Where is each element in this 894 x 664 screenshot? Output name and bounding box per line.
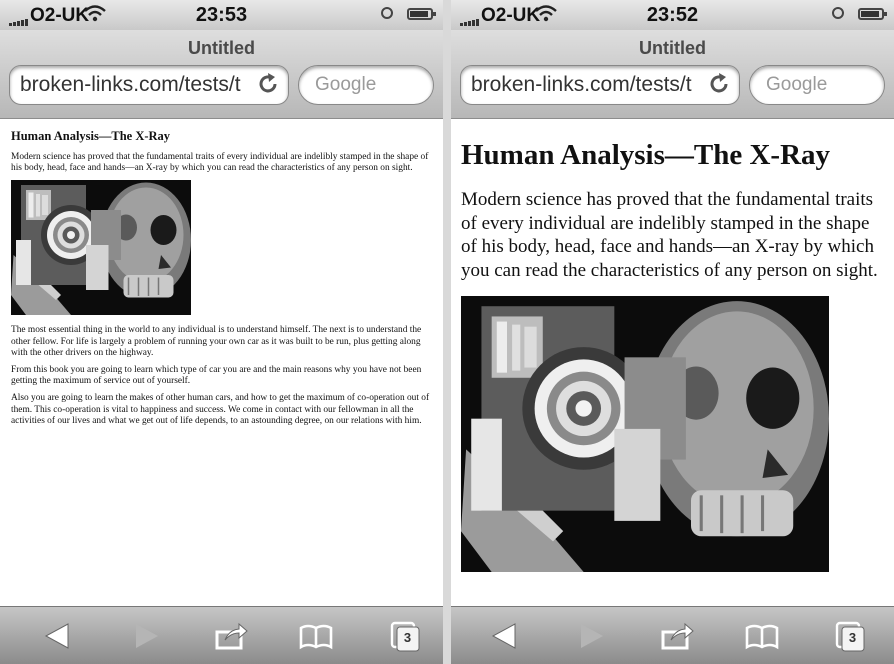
tabs-icon[interactable]: 3: [388, 620, 424, 652]
page-title: Untitled: [639, 38, 706, 58]
browser-nav-bar: Untitled broken-links.com/tests/t Google: [0, 30, 443, 119]
search-field[interactable]: Google: [298, 65, 434, 105]
forward-arrow-icon[interactable]: [573, 620, 609, 652]
address-text[interactable]: broken-links.com/tests/t: [471, 73, 699, 97]
article-paragraph: Also you are going to learn the makes of…: [11, 393, 430, 426]
browser-toolbar: 3: [0, 606, 443, 664]
article-paragraph: From this book you are going to learn wh…: [11, 365, 422, 387]
tab-count: 3: [403, 630, 412, 645]
search-field[interactable]: Google: [749, 65, 885, 105]
xray-image: [461, 296, 829, 572]
article-paragraph: The most essential thing in the world to…: [11, 325, 422, 358]
status-time: 23:52: [646, 4, 699, 26]
search-placeholder[interactable]: Google: [315, 74, 376, 96]
phone-screen-right: O2-UK 23:52 Untitled broken-links.com/te…: [451, 0, 894, 664]
forward-arrow-icon[interactable]: [128, 620, 164, 652]
back-arrow-icon[interactable]: [40, 620, 76, 652]
page-title: Untitled: [188, 38, 255, 58]
article-intro: Modern science has proved that the funda…: [461, 189, 878, 281]
screen-divider: [443, 0, 451, 664]
battery-icon: [858, 8, 887, 20]
bookmarks-icon[interactable]: [298, 620, 334, 652]
share-icon[interactable]: [659, 620, 695, 652]
reload-icon[interactable]: [254, 70, 282, 98]
share-icon[interactable]: [213, 620, 249, 652]
article-heading: Human Analysis—The X-Ray: [461, 139, 831, 171]
bookmarks-icon[interactable]: [744, 620, 780, 652]
reload-icon[interactable]: [705, 70, 733, 98]
address-bar[interactable]: broken-links.com/tests/t: [9, 65, 289, 105]
search-placeholder[interactable]: Google: [766, 74, 827, 96]
battery-icon: [407, 8, 436, 20]
xray-image: [11, 180, 191, 315]
status-time: 23:53: [195, 4, 248, 26]
tab-count: 3: [848, 630, 857, 645]
article-intro: Modern science has proved that the funda…: [11, 152, 429, 174]
address-text[interactable]: broken-links.com/tests/t: [20, 73, 248, 97]
browser-toolbar: 3: [451, 606, 894, 664]
browser-nav-bar: Untitled broken-links.com/tests/t Google: [451, 30, 894, 119]
article-heading: Human Analysis—The X-Ray: [11, 129, 171, 143]
page-content[interactable]: Human Analysis—The X-Ray Modern science …: [451, 119, 894, 605]
back-arrow-icon[interactable]: [487, 620, 523, 652]
status-bar: O2-UK 23:53: [0, 0, 443, 30]
alarm-clock-icon: [832, 7, 844, 19]
address-bar[interactable]: broken-links.com/tests/t: [460, 65, 740, 105]
page-content[interactable]: Human Analysis—The X-Ray Modern science …: [0, 119, 443, 605]
alarm-clock-icon: [381, 7, 393, 19]
status-bar: O2-UK 23:52: [451, 0, 894, 30]
tabs-icon[interactable]: 3: [833, 620, 869, 652]
phone-screen-left: O2-UK 23:53 Untitled broken-links.com/te…: [0, 0, 443, 664]
